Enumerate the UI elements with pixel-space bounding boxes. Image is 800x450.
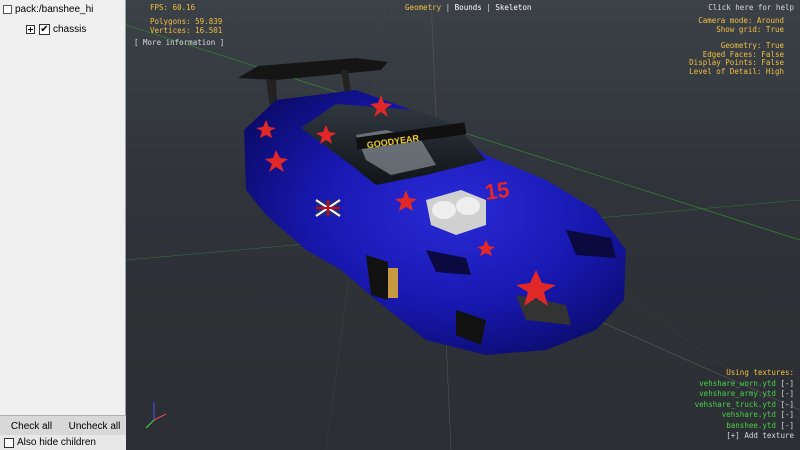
- tab-separator: |: [445, 3, 451, 12]
- tree-bottom-buttons: Check all Uncheck all: [0, 415, 126, 436]
- textures-heading: Using textures:: [726, 368, 794, 377]
- texture-name: banshee.ytd: [726, 420, 776, 430]
- texture-name: vehshare_army.ytd: [699, 389, 776, 398]
- texture-name: vehshare_truck.ytd: [694, 399, 776, 409]
- tree-root-node[interactable]: pack:/banshee_hi: [3, 4, 93, 15]
- add-texture-button[interactable]: [+] Add texture: [695, 431, 794, 442]
- remove-texture-button[interactable]: [-]: [780, 379, 794, 388]
- level-of-detail-setting[interactable]: Level of Detail: High: [689, 67, 784, 77]
- car-number: 15: [483, 177, 511, 205]
- uncheck-all-button[interactable]: Uncheck all: [63, 416, 126, 436]
- more-information-link[interactable]: [ More information ]: [134, 38, 224, 47]
- texture-name: vehshare.ytd: [721, 410, 776, 419]
- remove-texture-button[interactable]: [-]: [780, 421, 794, 430]
- tab-separator: |: [486, 3, 491, 12]
- also-hide-children-checkbox[interactable]: [4, 437, 14, 448]
- remove-texture-button[interactable]: [-]: [780, 400, 794, 409]
- texture-list: Using textures: vehshare_worn.ytd [-] ve…: [695, 368, 794, 442]
- remove-texture-button[interactable]: [-]: [780, 410, 794, 419]
- chassis-checkbox[interactable]: ✔: [39, 24, 50, 35]
- texture-item: vehshare_army.ytd [-]: [695, 389, 794, 400]
- vertices-readout: Vertices: 16.501: [150, 26, 223, 35]
- tree-root-expander[interactable]: [3, 5, 12, 14]
- fps-readout: FPS: 60.16: [150, 3, 196, 12]
- tree-item-chassis[interactable]: ✔ chassis: [26, 24, 86, 35]
- help-link[interactable]: Click here for help: [708, 3, 794, 12]
- also-hide-children-option[interactable]: Also hide children: [0, 435, 126, 450]
- tree-item-label[interactable]: chassis: [53, 24, 86, 35]
- also-hide-children-label[interactable]: Also hide children: [17, 437, 96, 448]
- texture-item: vehshare_worn.ytd [-]: [695, 379, 794, 390]
- tab-geometry[interactable]: Geometry: [405, 3, 441, 12]
- check-all-button[interactable]: Check all: [0, 416, 63, 436]
- texture-name: vehshare_worn.ytd: [699, 378, 776, 388]
- remove-texture-button[interactable]: [-]: [780, 389, 794, 398]
- texture-item: vehshare_truck.ytd [-]: [695, 400, 794, 411]
- view-tabs: Geometry | Bounds | Skeleton: [405, 3, 531, 12]
- texture-item: vehshare.ytd [-]: [695, 410, 794, 421]
- model-tree-panel: pack:/banshee_hi ✔ chassis Check all Unc…: [0, 0, 126, 450]
- expand-icon[interactable]: [26, 25, 35, 34]
- flag-decal: [315, 199, 341, 217]
- axis-gizmo: [145, 402, 167, 429]
- tree-root-label[interactable]: pack:/banshee_hi: [15, 4, 93, 15]
- tab-skeleton[interactable]: Skeleton: [495, 3, 531, 12]
- polygons-readout: Polygons: 59.839: [150, 17, 223, 26]
- tab-bounds[interactable]: Bounds: [455, 3, 482, 12]
- 3d-viewport[interactable]: 15 GOODYEAR FPS: 60.16 Polygons: 59.839 …: [126, 0, 800, 450]
- view-settings: Camera mode: Around Show grid: True Geom…: [689, 16, 784, 77]
- texture-item: banshee.ytd [-]: [695, 421, 794, 432]
- show-grid-setting[interactable]: Show grid: True: [689, 25, 784, 35]
- car-model: 15 GOODYEAR: [244, 90, 626, 355]
